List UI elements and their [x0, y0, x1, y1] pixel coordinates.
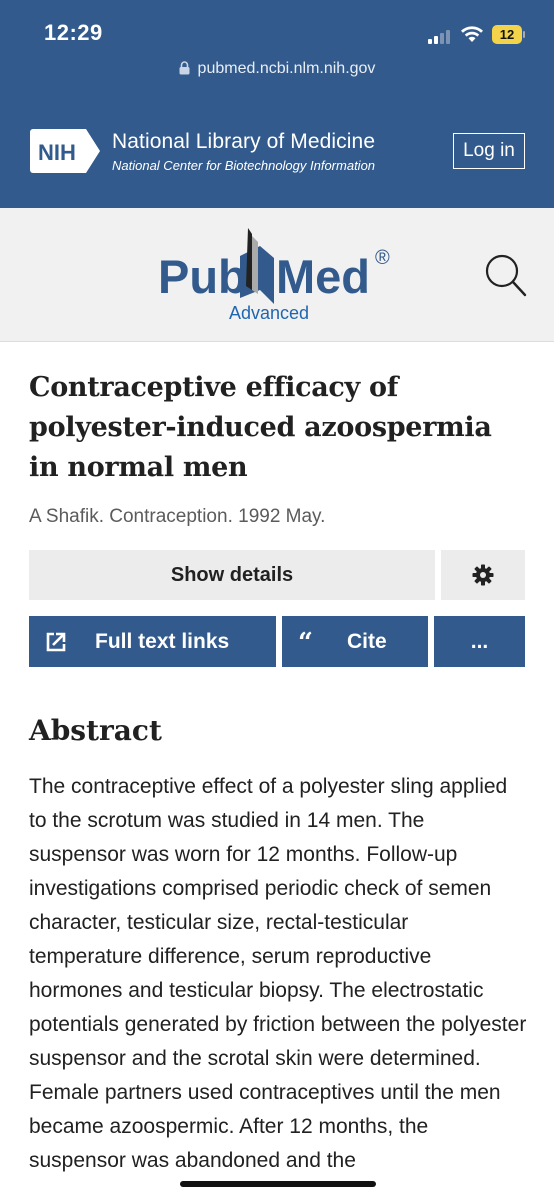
- pubmed-logo[interactable]: Pub Med ®: [156, 228, 396, 313]
- nlm-subtitle: National Center for Biotechnology Inform…: [112, 158, 376, 173]
- nih-logo-text: NIH: [38, 140, 76, 165]
- article-citation-meta[interactable]: A Shafik. Contraception. 1992 May.: [29, 506, 325, 528]
- pubmed-logo-med: Med: [276, 250, 370, 303]
- quote-icon: “: [298, 628, 313, 658]
- status-time: 12:29: [44, 20, 103, 45]
- advanced-search-link[interactable]: Advanced: [0, 303, 538, 324]
- wifi-icon: [461, 26, 483, 42]
- battery-tip: [523, 31, 525, 38]
- battery-icon: 12: [492, 25, 522, 44]
- abstract-heading: Abstract: [29, 714, 162, 747]
- cite-button[interactable]: “ Cite: [282, 616, 428, 667]
- abstract-text: The contraceptive effect of a polyester …: [29, 775, 527, 1172]
- show-details-button[interactable]: Show details: [29, 550, 435, 600]
- home-indicator[interactable]: [180, 1181, 376, 1187]
- pubmed-bar: Pub Med ® Advanced: [0, 208, 554, 342]
- url-text: pubmed.ncbi.nlm.nih.gov: [197, 60, 376, 77]
- article-title: Contraceptive efficacy of polyester-indu…: [29, 372, 492, 483]
- nlm-title[interactable]: National Library of Medicine: [112, 130, 375, 154]
- lock-icon: [179, 61, 190, 75]
- search-icon[interactable]: [484, 251, 528, 299]
- registered-mark: ®: [375, 247, 390, 269]
- nih-logo[interactable]: NIH: [30, 127, 102, 175]
- full-text-links-label: Full text links: [95, 630, 230, 653]
- gear-icon: [472, 564, 494, 586]
- battery-level: 12: [499, 27, 515, 42]
- more-actions-button[interactable]: ...: [434, 616, 525, 667]
- address-bar[interactable]: pubmed.ncbi.nlm.nih.gov: [0, 60, 554, 78]
- advanced-search-label[interactable]: Advanced: [229, 303, 309, 323]
- display-options-button[interactable]: [441, 550, 525, 600]
- external-link-icon: [46, 632, 66, 652]
- full-text-links-button[interactable]: Full text links: [29, 616, 276, 667]
- login-button[interactable]: Log in: [453, 133, 525, 169]
- pubmed-logo-pub: Pub: [158, 250, 247, 303]
- cellular-signal-icon: [428, 28, 454, 44]
- cite-label: Cite: [347, 630, 387, 653]
- site-header: 12:29 12 pubmed.ncbi.nlm.nih.gov NIH Nat…: [0, 0, 554, 208]
